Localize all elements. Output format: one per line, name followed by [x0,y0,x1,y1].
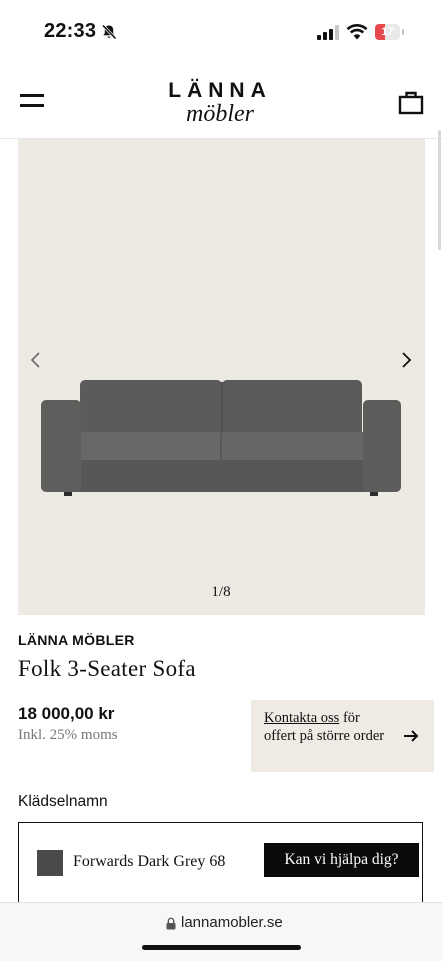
status-bar: 22:33 17 [0,0,443,62]
url-text[interactable]: lannamobler.se [181,914,283,931]
scrollbar[interactable] [438,130,441,250]
gallery-counter: 1/8 [211,584,231,600]
status-time: 22:33 [44,20,97,42]
fabric-name[interactable]: Forwards Dark Grey 68 [73,853,225,871]
shopping-bag-icon[interactable] [398,89,424,115]
fabric-swatch[interactable] [37,850,63,876]
product-image-sofa [41,380,401,496]
battery-icon: 17 [375,24,405,40]
help-chat-button[interactable]: Kan vi hjälpa dig? [264,843,419,877]
lock-icon [166,917,176,930]
site-logo[interactable]: LÄNNA möbler [120,79,320,127]
chevron-right-icon[interactable] [396,350,416,370]
home-indicator[interactable] [142,945,301,950]
logo-wordmark-bottom: möbler [186,101,254,127]
fabric-label: Klädselnamn [18,793,108,810]
browser-address-bar[interactable] [0,902,443,961]
battery-level: 17 [381,26,394,38]
bell-muted-icon [101,24,117,40]
wifi-icon [346,24,368,40]
contact-text: Kontakta oss för offert på större order [264,709,394,745]
logo-wordmark-top: LÄNNA [168,79,272,102]
hamburger-menu-icon[interactable] [20,94,44,108]
cellular-signal-icon [317,25,339,40]
arrow-right-icon[interactable] [402,727,420,745]
chevron-left-icon[interactable] [26,350,46,370]
product-brand[interactable]: LÄNNA MÖBLER [18,632,135,648]
product-title: Folk 3-Seater Sofa [18,656,196,681]
contact-link[interactable]: Kontakta oss [264,710,339,726]
product-price: 18 000,00 kr [18,704,115,723]
vat-note: Inkl. 25% moms [18,727,118,743]
